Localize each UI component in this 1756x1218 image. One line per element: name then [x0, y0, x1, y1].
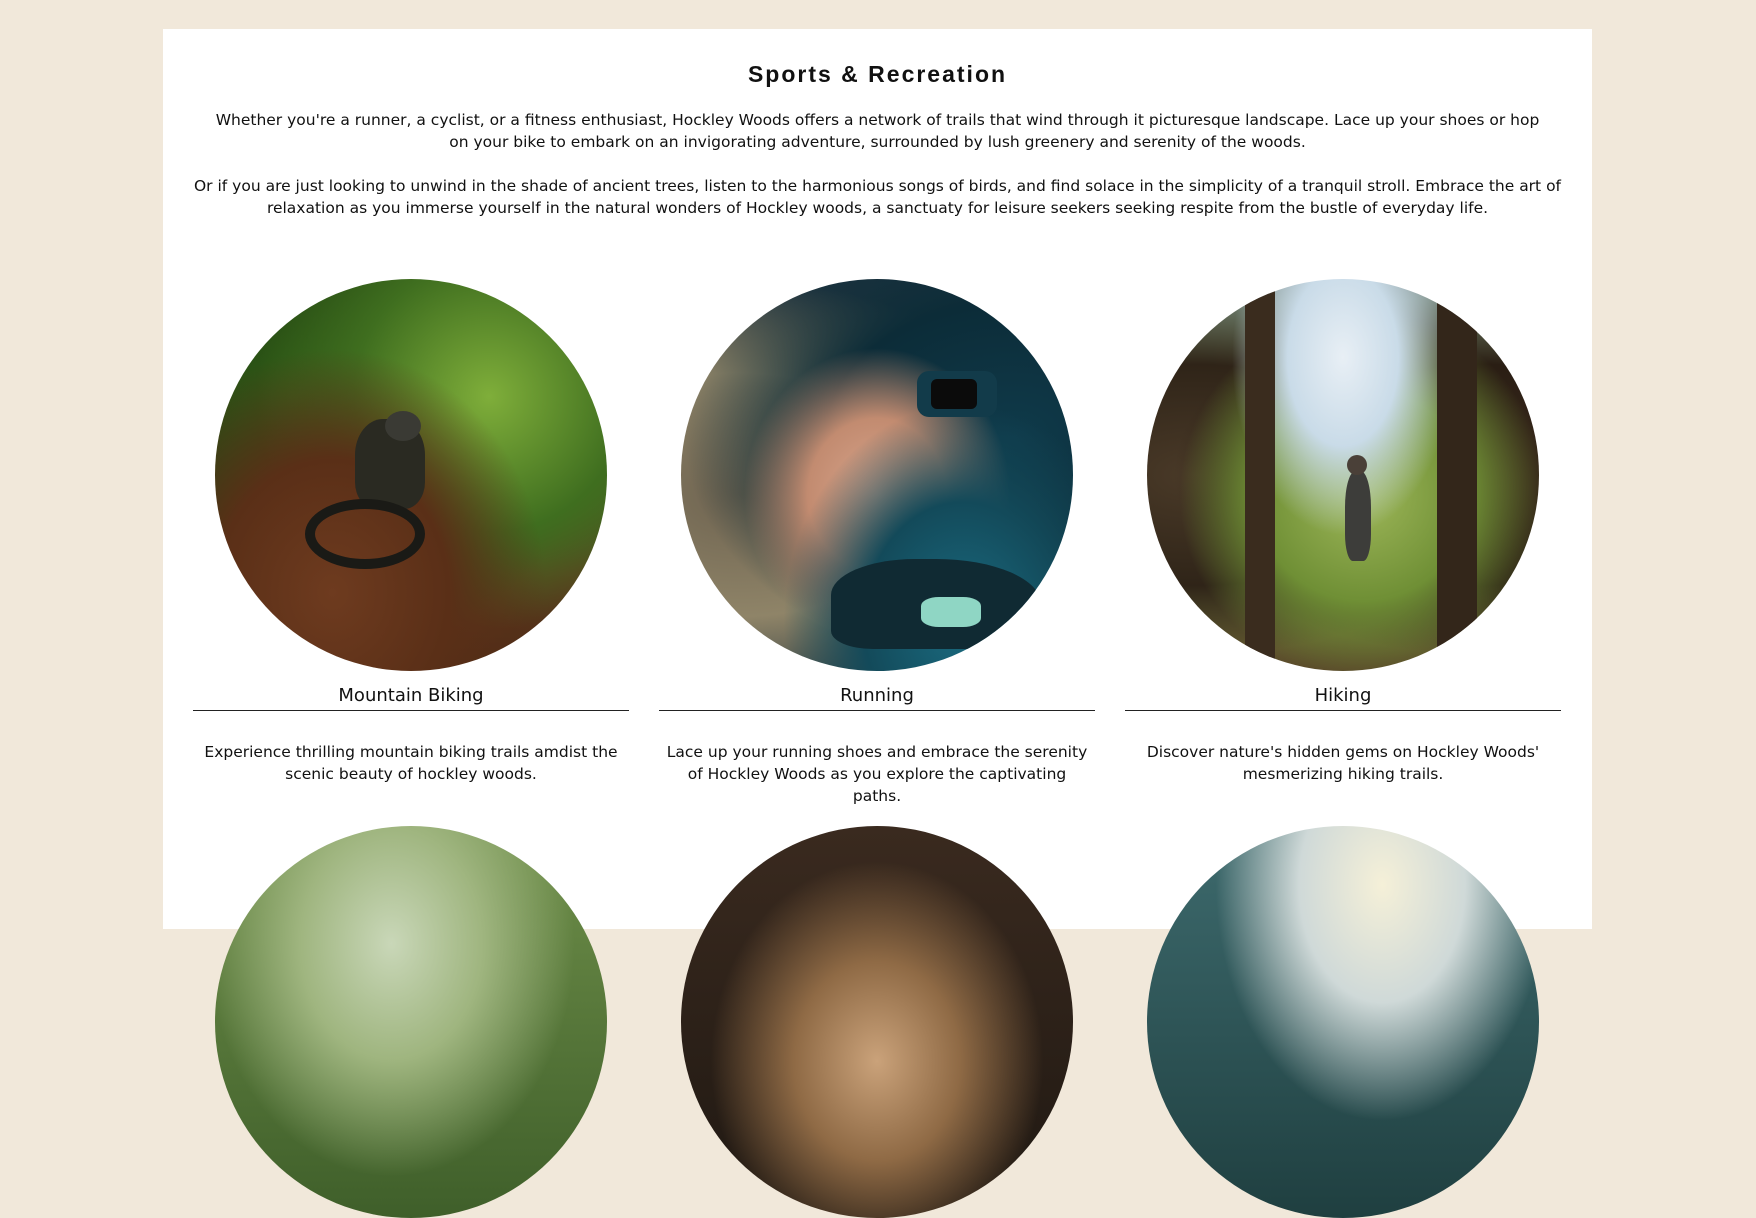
activity-description: Discover nature's hidden gems on Hockley… [1146, 743, 1540, 783]
activity-image [681, 826, 1073, 1218]
divider [1125, 710, 1561, 711]
activity-card-running[interactable]: Running Lace up your running shoes and e… [659, 279, 1095, 807]
intro-paragraph-1: Whether you're a runner, a cyclist, or a… [215, 111, 1540, 151]
intro-paragraph-2: Or if you are just looking to unwind in … [193, 177, 1562, 217]
content-panel: Sports & Recreation Whether you're a run… [163, 29, 1592, 1218]
activity-title: Running [840, 685, 914, 706]
hiking-image [1147, 279, 1539, 671]
section-title: Sports & Recreation [747, 61, 1008, 87]
running-image [681, 279, 1073, 671]
activity-card-row2-3[interactable] [1125, 826, 1561, 1218]
divider [659, 710, 1095, 711]
activity-description: Experience thrilling mountain biking tra… [204, 743, 618, 783]
activity-image [215, 826, 607, 1218]
divider [193, 710, 629, 711]
activity-description: Lace up your running shoes and embrace t… [666, 743, 1088, 805]
activity-image [1147, 826, 1539, 1218]
activity-card-row2-2[interactable] [659, 826, 1095, 1218]
activity-card-hiking[interactable]: Hiking Discover nature's hidden gems on … [1125, 279, 1561, 785]
activity-title: Hiking [1314, 685, 1372, 706]
activity-card-mountain-biking[interactable]: Mountain Biking Experience thrilling mou… [193, 279, 629, 785]
mountain-biking-image [215, 279, 607, 671]
activity-title: Mountain Biking [338, 685, 484, 706]
activity-card-row2-1[interactable] [193, 826, 629, 1218]
